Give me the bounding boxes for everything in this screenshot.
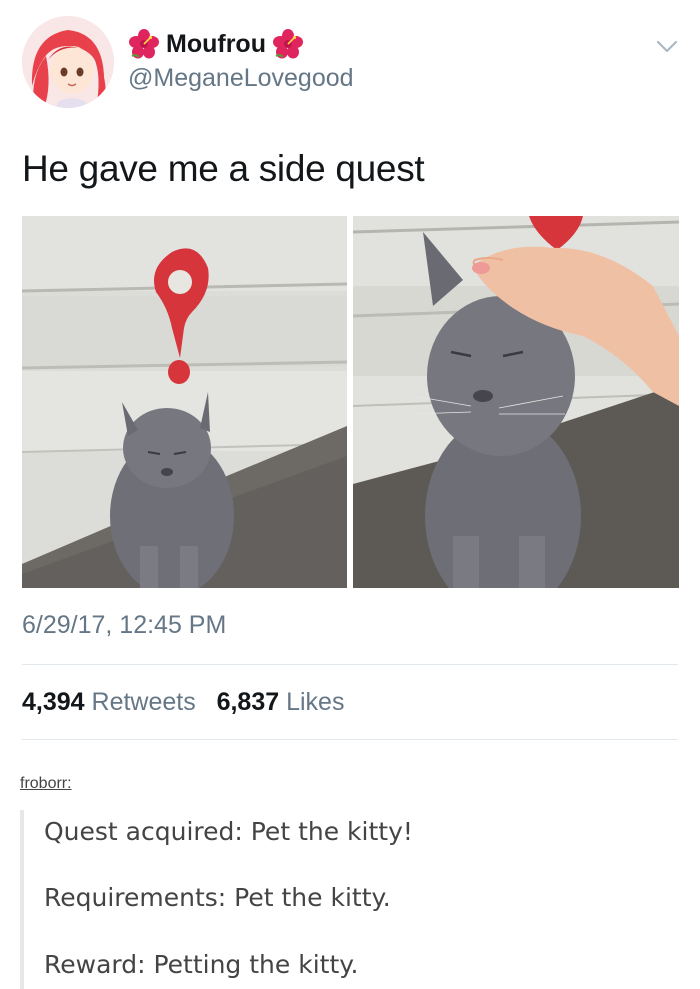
retweets-label[interactable]: Retweets: [92, 688, 196, 716]
hibiscus-flower-icon: [272, 28, 304, 60]
avatar[interactable]: [22, 16, 114, 108]
retweets-count[interactable]: 4,394: [22, 688, 85, 716]
display-name-row[interactable]: Moufrou: [128, 27, 304, 61]
tweet-card: Moufrou @MeganeLovegood He gave me a sid…: [0, 0, 700, 752]
likes-label[interactable]: Likes: [286, 688, 344, 716]
likes-count[interactable]: 6,837: [217, 688, 280, 716]
tweet-text: He gave me a side quest: [22, 148, 425, 189]
tweet-timestamp[interactable]: 6/29/17, 12:45 PM: [22, 608, 226, 642]
divider: [22, 739, 678, 740]
tweet-photo-petting-cat[interactable]: [353, 216, 679, 588]
reblog-colon: :: [67, 775, 72, 792]
blockquote-bar: [20, 810, 24, 989]
user-handle[interactable]: @MeganeLovegood: [128, 62, 354, 94]
chevron-down-icon[interactable]: [654, 36, 680, 56]
quote-line: Requirements: Pet the kitty.: [44, 883, 391, 912]
engagement-stats: 4,394 Retweets 6,837 Likes: [22, 684, 344, 720]
reblog-comment: froborr: Quest acquired: Pet the kitty! …: [0, 752, 700, 989]
display-name: Moufrou: [166, 30, 266, 58]
reblog-username[interactable]: froborr: [20, 775, 67, 792]
quote-line: Quest acquired: Pet the kitty!: [44, 817, 413, 846]
quote-line: Reward: Petting the kitty.: [44, 950, 359, 979]
hibiscus-flower-icon: [128, 28, 160, 60]
divider: [22, 664, 678, 665]
tweet-photo-cat-under-marker[interactable]: [22, 216, 347, 588]
reblog-username-link[interactable]: froborr:: [20, 773, 72, 795]
